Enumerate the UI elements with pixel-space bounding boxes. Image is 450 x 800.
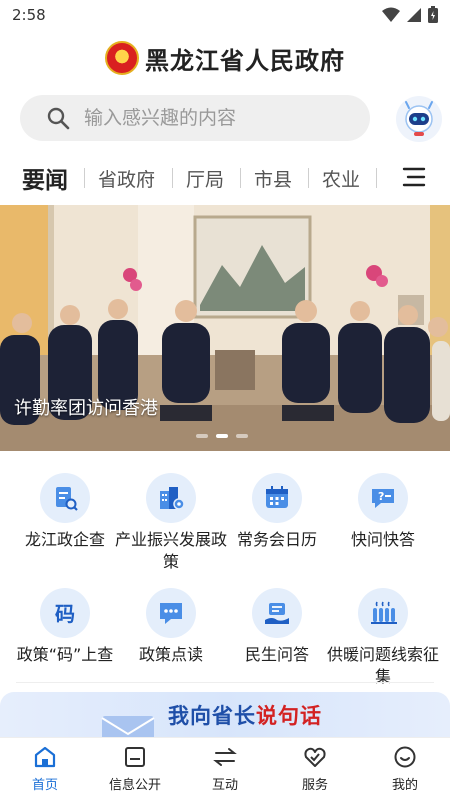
tab-provincial-government[interactable]: 省政府 bbox=[98, 158, 155, 198]
hand-heart-icon bbox=[252, 588, 302, 638]
news-tabs: 要闻 省政府 厅局 市县 农业 bbox=[0, 158, 450, 198]
national-emblem-icon: ★ bbox=[105, 41, 139, 75]
tab-departments[interactable]: 厅局 bbox=[186, 158, 224, 198]
service-label: 产业振兴发展政策 bbox=[114, 530, 227, 571]
service-livelihood-qa[interactable]: 民生问答 bbox=[217, 588, 337, 666]
service-label: 政策点读 bbox=[138, 645, 203, 664]
status-time: 2:58 bbox=[12, 6, 46, 24]
promo-title-part1: 我向省长 bbox=[168, 703, 256, 728]
nav-label: 服务 bbox=[301, 778, 328, 793]
status-icons bbox=[382, 6, 438, 23]
nav-mine[interactable]: 我的 bbox=[360, 744, 450, 793]
home-icon bbox=[34, 746, 56, 768]
service-policy-code-lookup[interactable]: 码 政策“码”上查 bbox=[5, 588, 125, 666]
service-heating-issue-collection[interactable]: 供暖问题线索征集 bbox=[323, 588, 443, 688]
nav-label: 我的 bbox=[391, 778, 418, 793]
carousel-dot[interactable] bbox=[236, 434, 248, 438]
nav-label: 互动 bbox=[211, 778, 238, 793]
radiator-icon bbox=[358, 588, 408, 638]
industry-building-icon bbox=[146, 473, 196, 523]
nav-interaction[interactable]: 互动 bbox=[180, 744, 270, 793]
service-label: 民生问答 bbox=[244, 645, 309, 664]
app-header: ★ 黑龙江省人民政府 bbox=[0, 38, 450, 78]
more-channels-menu-icon[interactable] bbox=[402, 166, 426, 188]
policy-code-icon: 码 bbox=[40, 588, 90, 638]
tab-divider bbox=[84, 168, 85, 188]
service-policy-reading[interactable]: 政策点读 bbox=[111, 588, 231, 666]
info-board-icon bbox=[125, 747, 145, 767]
nav-home[interactable]: 首页 bbox=[0, 744, 90, 793]
tab-divider bbox=[172, 168, 173, 188]
heart-hand-icon bbox=[304, 747, 326, 767]
exchange-arrows-icon bbox=[213, 748, 237, 766]
status-bar: 2:58 bbox=[0, 0, 450, 32]
service-executive-meeting-calendar[interactable]: 常务会日历 bbox=[217, 473, 337, 551]
tab-divider bbox=[376, 168, 377, 188]
nav-label: 首页 bbox=[31, 778, 58, 793]
service-label: 政策“码”上查 bbox=[16, 645, 114, 664]
wifi-icon bbox=[382, 7, 400, 22]
service-label: 快问快答 bbox=[350, 530, 415, 549]
ai-assistant-robot-icon[interactable] bbox=[396, 96, 442, 142]
carousel-dot-active[interactable] bbox=[216, 434, 228, 438]
document-search-icon bbox=[40, 473, 90, 523]
service-longjiang-enterprise-lookup[interactable]: 龙江政企查 bbox=[5, 473, 125, 551]
tab-news[interactable]: 要闻 bbox=[22, 158, 68, 198]
carousel-indicator bbox=[196, 434, 248, 438]
search-bar[interactable] bbox=[20, 95, 370, 141]
battery-icon bbox=[428, 6, 438, 23]
tab-divider bbox=[240, 168, 241, 188]
search-icon bbox=[47, 107, 70, 130]
envelope-icon bbox=[101, 716, 155, 740]
tab-divider bbox=[308, 168, 309, 188]
promo-title-part2: 说句话 bbox=[256, 703, 322, 728]
service-quick-qa[interactable]: ? 快问快答 bbox=[323, 473, 443, 551]
nav-services[interactable]: 服务 bbox=[270, 744, 360, 793]
tab-agriculture[interactable]: 农业 bbox=[322, 158, 360, 198]
service-label: 常务会日历 bbox=[236, 530, 317, 549]
speech-bubble-icon bbox=[146, 588, 196, 638]
nav-information-disclosure[interactable]: 信息公开 bbox=[90, 744, 180, 793]
bottom-navigation: 首页 信息公开 互动 服务 我的 bbox=[0, 737, 450, 800]
calendar-icon bbox=[252, 473, 302, 523]
banner-caption[interactable]: 许勤率团访问香港 bbox=[14, 394, 158, 420]
carousel-dot[interactable] bbox=[196, 434, 208, 438]
governor-message-banner[interactable]: 我向省长说句话 bbox=[0, 692, 450, 740]
section-divider bbox=[16, 682, 434, 683]
smile-face-icon bbox=[394, 746, 416, 768]
tab-cities-counties[interactable]: 市县 bbox=[254, 158, 292, 198]
search-input[interactable] bbox=[84, 107, 344, 129]
chat-question-icon: ? bbox=[358, 473, 408, 523]
app-screen: 2:58 ★ 黑龙江省人民政府 要闻 省政府 bbox=[0, 0, 450, 800]
signal-icon bbox=[407, 7, 421, 22]
promo-title: 我向省长说句话 bbox=[168, 700, 322, 730]
svg-text:码: 码 bbox=[55, 602, 75, 626]
nav-label: 信息公开 bbox=[108, 778, 161, 793]
service-industry-policy[interactable]: 产业振兴发展政策 bbox=[111, 473, 231, 573]
service-label: 龙江政企查 bbox=[24, 530, 105, 549]
svg-text:?: ? bbox=[378, 490, 384, 503]
page-title: 黑龙江省人民政府 bbox=[145, 45, 345, 75]
